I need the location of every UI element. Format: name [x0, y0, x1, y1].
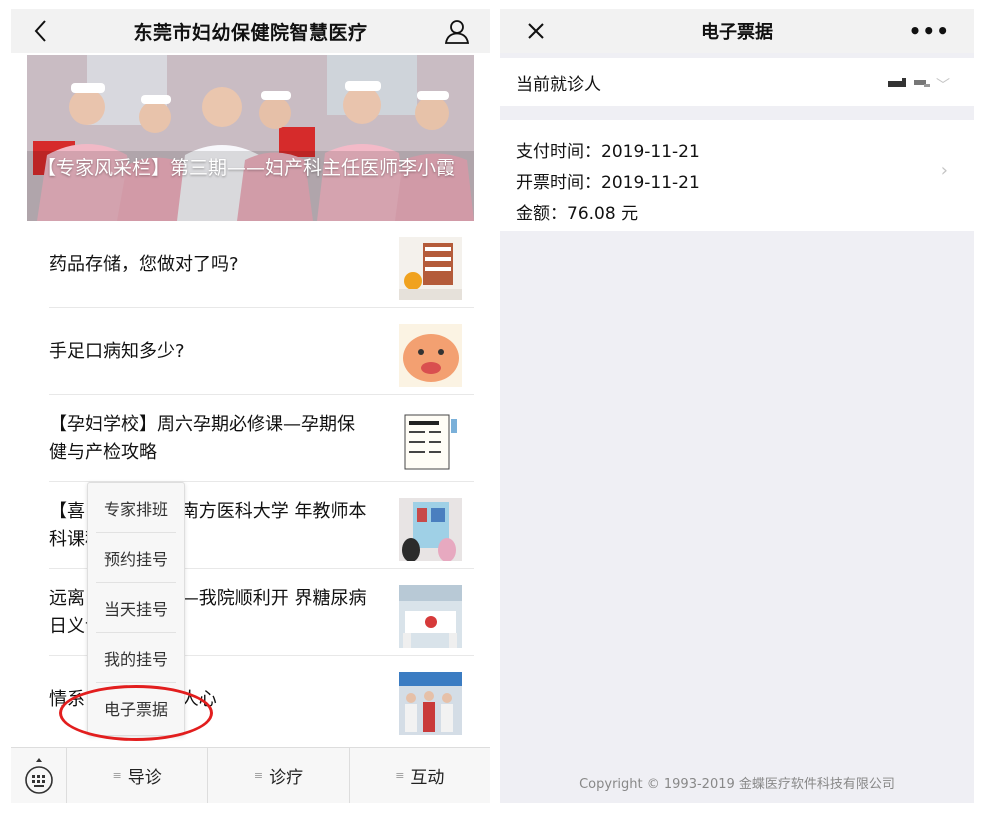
tab-label: 诊疗 — [269, 768, 304, 788]
keyboard-toggle[interactable] — [11, 748, 67, 803]
user-icon[interactable] — [444, 17, 470, 45]
patient-name-redacted — [888, 78, 930, 87]
list-item[interactable]: 药品存储，您做对了吗? — [49, 221, 474, 308]
article-title: 【孕妇学校】周六孕期必修课—孕期保健与产检攻略 — [49, 413, 355, 463]
issue-time: 开票时间：2019-11-21 — [516, 173, 700, 193]
article-title: 药品存储，您做对了吗? — [49, 253, 239, 275]
patient-label: 当前就诊人 — [516, 75, 601, 95]
left-screen: 东莞市妇幼保健院智慧医疗 【专家风采栏】第三期——妇产科主任医师李小霞 药品存储… — [11, 9, 490, 803]
article-thumbnail — [399, 324, 462, 387]
copyright-footer: Copyright © 1993-2019 金蝶医疗软件科技有限公司 — [579, 777, 895, 792]
right-screen: 电子票据 ••• 当前就诊人 ﹀ 支付时间：2019-11-21 开票时间：20… — [500, 9, 974, 803]
menu-lines-icon: ≡ — [112, 769, 122, 782]
more-icon[interactable]: ••• — [909, 19, 950, 43]
page-title: 电子票据 — [701, 22, 773, 43]
highlight-ring — [59, 685, 213, 741]
tab-guide[interactable]: ≡ 导诊 — [67, 748, 209, 803]
hero-photo — [27, 55, 474, 221]
nav-bar: 东莞市妇幼保健院智慧医疗 — [11, 9, 490, 53]
article-thumbnail — [399, 585, 462, 648]
page-title: 东莞市妇幼保健院智慧医疗 — [133, 21, 368, 44]
bottom-tab-bar: ≡ 导诊 ≡ 诊疗 ≡ 互动 — [11, 747, 490, 803]
patient-selector[interactable]: 当前就诊人 ﹀ — [500, 58, 974, 106]
list-item[interactable]: 手足口病知多少? — [49, 308, 474, 395]
back-chevron-icon[interactable] — [29, 17, 53, 45]
article-thumbnail — [399, 672, 462, 735]
article-thumbnail — [399, 411, 462, 474]
hero-caption: 【专家风采栏】第三期——妇产科主任医师李小霞 — [37, 157, 456, 179]
tab-label: 互动 — [410, 768, 445, 788]
article-thumbnail — [399, 498, 462, 561]
invoice-card[interactable]: 支付时间：2019-11-21 开票时间：2019-11-21 金额：76.08… — [500, 120, 974, 231]
tab-label: 导诊 — [127, 768, 162, 788]
keyboard-icon — [24, 758, 53, 794]
hero-banner[interactable]: 【专家风采栏】第三期——妇产科主任医师李小霞 — [27, 55, 474, 221]
tab-treatment[interactable]: ≡ 诊疗 — [208, 748, 350, 803]
menu-lines-icon: ≡ — [253, 769, 264, 782]
menu-item-appointment[interactable]: 预约挂号 — [96, 533, 176, 583]
article-title: 手足口病知多少? — [49, 340, 185, 362]
pay-time: 支付时间：2019-11-21 — [516, 142, 700, 162]
list-item[interactable]: 【孕妇学校】周六孕期必修课—孕期保健与产检攻略 — [49, 395, 474, 482]
nav-bar: 电子票据 ••• — [500, 9, 974, 53]
amount: 金额：76.08 元 — [516, 204, 639, 224]
menu-item-my-registrations[interactable]: 我的挂号 — [96, 633, 176, 683]
chevron-down-icon: ﹀ — [936, 78, 950, 94]
article-thumbnail — [399, 237, 462, 300]
menu-item-expert-schedule[interactable]: 专家排班 — [96, 483, 176, 533]
close-icon[interactable] — [526, 21, 546, 41]
chevron-right-icon: › — [940, 160, 948, 181]
tab-interaction[interactable]: ≡ 互动 — [350, 748, 490, 803]
menu-lines-icon: ≡ — [395, 769, 405, 782]
menu-item-same-day-register[interactable]: 当天挂号 — [96, 583, 176, 633]
